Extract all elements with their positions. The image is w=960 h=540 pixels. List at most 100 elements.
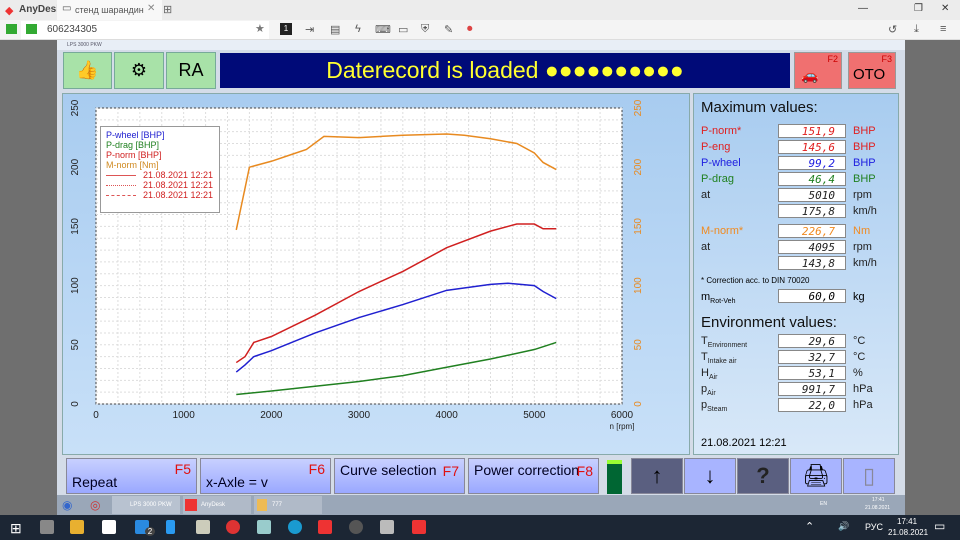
whiteboard-icon[interactable]: ✎	[444, 23, 453, 36]
close-icon[interactable]: ✕	[147, 3, 155, 14]
arrow-down-icon: ↓	[704, 463, 716, 488]
f3-key: F3	[881, 54, 892, 64]
x-tick-label: 2000	[260, 410, 283, 421]
din-note: * Correction acc. to DIN 70020	[701, 276, 810, 285]
chrome-icon[interactable]: ◎	[90, 498, 100, 512]
keyboard-icon[interactable]: ⌨	[375, 23, 391, 36]
max-label: P-eng	[701, 141, 731, 153]
calculator-icon[interactable]	[40, 520, 54, 534]
help-button[interactable]: ?	[737, 458, 789, 494]
max-label: M-norm*	[701, 225, 744, 237]
minimize-icon[interactable]: —	[858, 3, 868, 14]
thumbs-up-button[interactable]: 👍	[63, 52, 112, 89]
remote-task-anydesk[interactable]: AnyDesk	[183, 496, 251, 514]
legend-date-dashed: 21.08.2021 12:21	[143, 190, 214, 200]
tray-chevron-icon[interactable]: ⌃	[805, 520, 814, 533]
env-label: HAir	[701, 367, 718, 382]
max-unit: rpm	[853, 189, 872, 201]
y2-tick-label: 250	[633, 99, 644, 116]
remote-time: 17:41	[872, 497, 885, 503]
y-tick-label: 0	[70, 401, 81, 407]
app-title: LPS 3000 PKW	[57, 40, 905, 50]
max-unit: BHP	[853, 173, 876, 185]
media-icon[interactable]	[349, 520, 363, 534]
history-icon[interactable]: ↺	[888, 23, 897, 36]
env-value: 32,7	[778, 350, 846, 364]
anydesk-logo-icon: ◆	[5, 5, 14, 17]
remote-lang[interactable]: EN	[820, 501, 827, 507]
display-icon[interactable]: ▭	[398, 23, 408, 36]
monitor-select-button[interactable]: 1	[280, 23, 292, 35]
tab-session[interactable]: ▭ стенд шарандин ✕	[57, 0, 162, 20]
f3-button[interactable]: F3 OTO	[848, 52, 896, 89]
level-indicator	[607, 460, 622, 494]
help-icon: ?	[756, 463, 770, 488]
max-value: 226,7	[778, 224, 846, 238]
down-button[interactable]: ↓	[684, 458, 736, 494]
env-values-title: Environment values:	[701, 314, 837, 331]
rollers-icon: OTO	[853, 66, 886, 83]
y2-tick-label: 100	[633, 277, 644, 294]
tray-lang[interactable]: РУС	[865, 522, 883, 532]
mail-badge: 2	[145, 527, 155, 536]
new-tab-icon[interactable]: ⊞	[163, 3, 172, 16]
max-unit: km/h	[853, 205, 877, 217]
volume-icon[interactable]: 🔊	[838, 521, 849, 532]
x-axle-button[interactable]: x-Axle = v F6	[200, 458, 331, 494]
f2-button[interactable]: F2 🚗	[794, 52, 842, 89]
tray-date[interactable]: 21.08.2021	[888, 528, 928, 537]
chat-icon[interactable]: ▤	[330, 23, 340, 36]
anydesk-taskbar-icon[interactable]	[412, 520, 426, 534]
env-label: TEnvironment	[701, 335, 748, 350]
permissions-icon[interactable]: ⛨	[421, 23, 429, 36]
chrome-taskbar-icon[interactable]	[226, 520, 240, 534]
print-button[interactable]: 🖨	[790, 458, 842, 494]
max-value: 99,2	[778, 156, 846, 170]
anydesk-brand: AnyDesk	[19, 4, 62, 15]
max-value: 4095	[778, 240, 846, 254]
transfer-icon[interactable]: ⇥	[305, 23, 314, 36]
max-unit: km/h	[853, 257, 877, 269]
max-unit: rpm	[853, 241, 872, 253]
x-tick-label: 1000	[173, 410, 196, 421]
remote-desktop-icon[interactable]	[380, 520, 394, 534]
edge-icon[interactable]	[288, 520, 302, 534]
anydesk-tabbar: ◆ AnyDesk ▭ стенд шарандин ✕ ⊞ — ❐ ✕	[0, 0, 960, 20]
window-close-icon[interactable]: ✕	[941, 3, 949, 14]
app-icon[interactable]	[318, 520, 332, 534]
phone-icon[interactable]	[166, 520, 175, 534]
address-field[interactable]: 606234305 ★	[21, 21, 269, 39]
windows-taskbar: ⊞ 2 ⌃ 🔊 РУС 17:41 21.08.2021 ▭	[0, 515, 960, 540]
explorer-icon[interactable]	[70, 520, 84, 534]
ra-button[interactable]: RA	[166, 52, 216, 89]
maximize-icon[interactable]: ❐	[914, 3, 923, 14]
repeat-button[interactable]: Repeat F5	[66, 458, 197, 494]
notepad-icon[interactable]	[257, 520, 271, 534]
env-unit: hPa	[853, 383, 873, 395]
y-tick-label: 250	[70, 99, 81, 116]
max-value: 46,4	[778, 172, 846, 186]
legend-m-norm: M-norm [Nm]	[106, 160, 159, 170]
exit-button[interactable]: ▯	[843, 458, 895, 494]
power-correction-button[interactable]: Power correction F8	[468, 458, 599, 494]
env-label: pAir	[701, 383, 716, 398]
download-icon[interactable]: ⤓	[914, 23, 919, 36]
curve-selection-button[interactable]: Curve selection F7	[334, 458, 465, 494]
paint-icon[interactable]	[196, 520, 210, 534]
action-icon[interactable]: ϟ	[355, 23, 361, 35]
remote-task-folder[interactable]: 777	[254, 496, 322, 514]
up-button[interactable]: ↑	[631, 458, 683, 494]
start-orb-icon[interactable]: ◉	[62, 498, 72, 512]
remote-task-lps[interactable]: LPS 3000 PKW	[112, 496, 180, 514]
engine-button[interactable]: ⚙	[114, 52, 164, 89]
y-tick-label: 150	[70, 218, 81, 235]
mrot-value: 60,0	[778, 289, 846, 303]
menu-icon[interactable]: ≡	[940, 23, 946, 35]
star-icon[interactable]: ★	[255, 22, 265, 35]
max-value: 143,8	[778, 256, 846, 270]
record-icon[interactable]: ⏺	[467, 23, 473, 36]
store-icon[interactable]	[102, 520, 116, 534]
notification-icon[interactable]: ▭	[934, 519, 945, 533]
tray-time[interactable]: 17:41	[897, 517, 917, 526]
windows-start-icon[interactable]: ⊞	[10, 520, 22, 537]
